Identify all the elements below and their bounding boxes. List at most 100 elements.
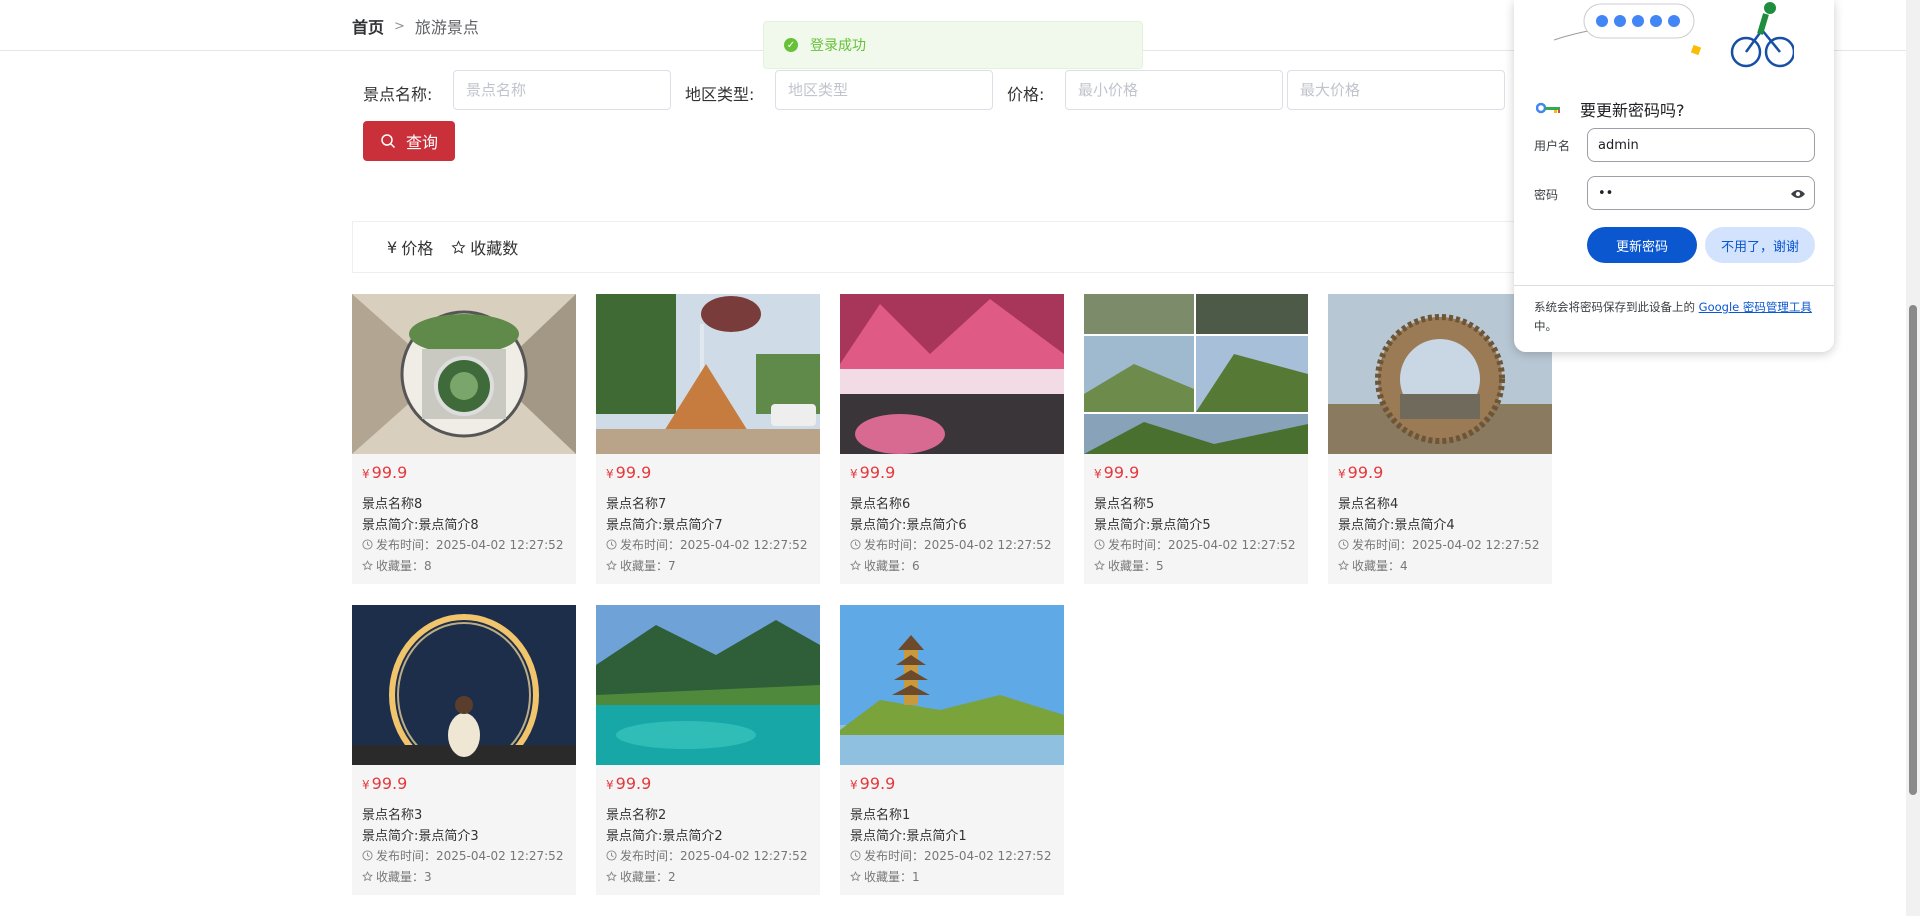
clock-icon — [850, 539, 861, 550]
card-time: 发布时间：2025-04-02 12:27:52 — [606, 536, 807, 553]
scenic-card[interactable]: ¥99.9 景点名称2 景点简介:景点简介2 发布时间：2025-04-02 1… — [596, 605, 820, 895]
update-password-button[interactable]: 更新密码 — [1587, 227, 1697, 263]
card-intro: 景点简介:景点简介1 — [850, 829, 967, 844]
card-time: 发布时间：2025-04-02 12:27:52 — [850, 847, 1051, 864]
sort-price-label: 价格 — [401, 239, 434, 258]
username-label: 用户名 — [1534, 139, 1571, 153]
card-favorites: 收藏量：7 — [606, 557, 676, 574]
scenic-image[interactable] — [840, 605, 1064, 765]
scenic-card[interactable]: ¥99.9 景点名称6 景点简介:景点简介6 发布时间：2025-04-02 1… — [840, 294, 1064, 584]
sort-bar: ¥ 价格 收藏数 — [352, 221, 1552, 273]
clock-icon — [362, 539, 373, 550]
star-icon — [451, 239, 466, 254]
card-favorites: 收藏量：2 — [606, 868, 676, 885]
clock-icon — [606, 850, 617, 861]
breadcrumb: 首页 > 旅游景点 — [352, 14, 479, 38]
scrollbar-thumb[interactable] — [1909, 305, 1917, 795]
card-name[interactable]: 景点名称3 — [362, 804, 422, 823]
card-price: ¥99.9 — [362, 774, 408, 793]
password-illustration — [1554, 2, 1794, 68]
password-field[interactable]: •• — [1587, 176, 1815, 210]
yen-icon: ¥ — [387, 237, 398, 257]
search-button-label: 查询 — [405, 135, 438, 152]
star-icon — [606, 560, 617, 571]
check-circle-icon: ✓ — [784, 38, 798, 52]
clock-icon — [606, 539, 617, 550]
card-price: ¥99.9 — [362, 463, 408, 482]
name-input[interactable] — [453, 70, 671, 110]
card-price: ¥99.9 — [850, 463, 896, 482]
card-intro: 景点简介:景点简介2 — [606, 829, 723, 844]
scenic-image[interactable] — [352, 294, 576, 454]
toast-text: 登录成功 — [810, 38, 866, 54]
decline-button[interactable]: 不用了，谢谢 — [1705, 227, 1815, 263]
card-name[interactable]: 景点名称4 — [1338, 493, 1398, 512]
popup-title: 要更新密码吗? — [1580, 101, 1685, 120]
popup-footer: 系统会将密码保存到此设备上的 Google 密码管理工具中。 — [1514, 285, 1834, 348]
card-price: ¥99.9 — [850, 774, 896, 793]
password-manager-link[interactable]: Google 密码管理工具 — [1699, 300, 1812, 314]
clock-icon — [850, 850, 861, 861]
card-price: ¥99.9 — [606, 463, 652, 482]
card-intro: 景点简介:景点简介5 — [1094, 518, 1211, 533]
scenic-card[interactable]: ¥99.9 景点名称3 景点简介:景点简介3 发布时间：2025-04-02 1… — [352, 605, 576, 895]
card-intro: 景点简介:景点简介6 — [850, 518, 967, 533]
card-intro: 景点简介:景点简介7 — [606, 518, 723, 533]
card-name[interactable]: 景点名称7 — [606, 493, 666, 512]
card-time: 发布时间：2025-04-02 12:27:52 — [850, 536, 1051, 553]
key-icon — [1536, 102, 1560, 114]
card-name[interactable]: 景点名称2 — [606, 804, 666, 823]
scenic-card[interactable]: ¥99.9 景点名称7 景点简介:景点简介7 发布时间：2025-04-02 1… — [596, 294, 820, 584]
star-icon — [1094, 560, 1105, 571]
star-icon — [1338, 560, 1349, 571]
star-icon — [362, 560, 373, 571]
scenic-image[interactable] — [596, 294, 820, 454]
breadcrumb-separator: > — [394, 18, 405, 34]
card-name[interactable]: 景点名称1 — [850, 804, 910, 823]
clock-icon — [1338, 539, 1349, 550]
card-time: 发布时间：2025-04-02 12:27:52 — [362, 536, 563, 553]
scenic-image[interactable] — [596, 605, 820, 765]
min-price-input[interactable] — [1065, 70, 1283, 110]
card-favorites: 收藏量：1 — [850, 868, 920, 885]
card-favorites: 收藏量：5 — [1094, 557, 1164, 574]
card-intro: 景点简介:景点简介4 — [1338, 518, 1455, 533]
max-price-input[interactable] — [1287, 70, 1505, 110]
card-price: ¥99.9 — [606, 774, 652, 793]
card-name[interactable]: 景点名称6 — [850, 493, 910, 512]
search-button[interactable]: 查询 — [363, 121, 455, 161]
card-name[interactable]: 景点名称8 — [362, 493, 422, 512]
name-label: 景点名称: — [363, 85, 433, 104]
success-toast: ✓ 登录成功 — [763, 21, 1143, 69]
card-time: 发布时间：2025-04-02 12:27:52 — [606, 847, 807, 864]
region-label: 地区类型: — [685, 85, 755, 104]
password-update-popup: 要更新密码吗? 用户名 admin 密码 •• 更新密码 不用了，谢谢 系统会将… — [1514, 0, 1834, 352]
scenic-image[interactable] — [1084, 294, 1308, 454]
password-label: 密码 — [1534, 188, 1559, 202]
star-icon — [850, 560, 861, 571]
scenic-image[interactable] — [352, 605, 576, 765]
card-price: ¥99.9 — [1338, 463, 1384, 482]
clock-icon — [362, 850, 373, 861]
card-name[interactable]: 景点名称5 — [1094, 493, 1154, 512]
eye-icon[interactable] — [1790, 188, 1806, 200]
scenic-image[interactable] — [840, 294, 1064, 454]
breadcrumb-home[interactable]: 首页 — [352, 14, 384, 38]
scenic-card[interactable]: ¥99.9 景点名称5 景点简介:景点简介5 发布时间：2025-04-02 1… — [1084, 294, 1308, 584]
card-price: ¥99.9 — [1094, 463, 1140, 482]
card-favorites: 收藏量：8 — [362, 557, 432, 574]
star-icon — [850, 871, 861, 882]
region-input[interactable] — [775, 70, 993, 110]
sort-by-price[interactable]: ¥ 价格 — [387, 235, 433, 259]
card-time: 发布时间：2025-04-02 12:27:52 — [362, 847, 563, 864]
card-favorites: 收藏量：3 — [362, 868, 432, 885]
sort-by-favorites[interactable]: 收藏数 — [451, 235, 518, 259]
scenic-card[interactable]: ¥99.9 景点名称1 景点简介:景点简介1 发布时间：2025-04-02 1… — [840, 605, 1064, 895]
star-icon — [362, 871, 373, 882]
card-intro: 景点简介:景点简介8 — [362, 518, 479, 533]
clock-icon — [1094, 539, 1105, 550]
username-field[interactable]: admin — [1587, 128, 1815, 162]
card-intro: 景点简介:景点简介3 — [362, 829, 479, 844]
card-favorites: 收藏量：6 — [850, 557, 920, 574]
scenic-card[interactable]: ¥99.9 景点名称8 景点简介:景点简介8 发布时间：2025-04-02 1… — [352, 294, 576, 584]
